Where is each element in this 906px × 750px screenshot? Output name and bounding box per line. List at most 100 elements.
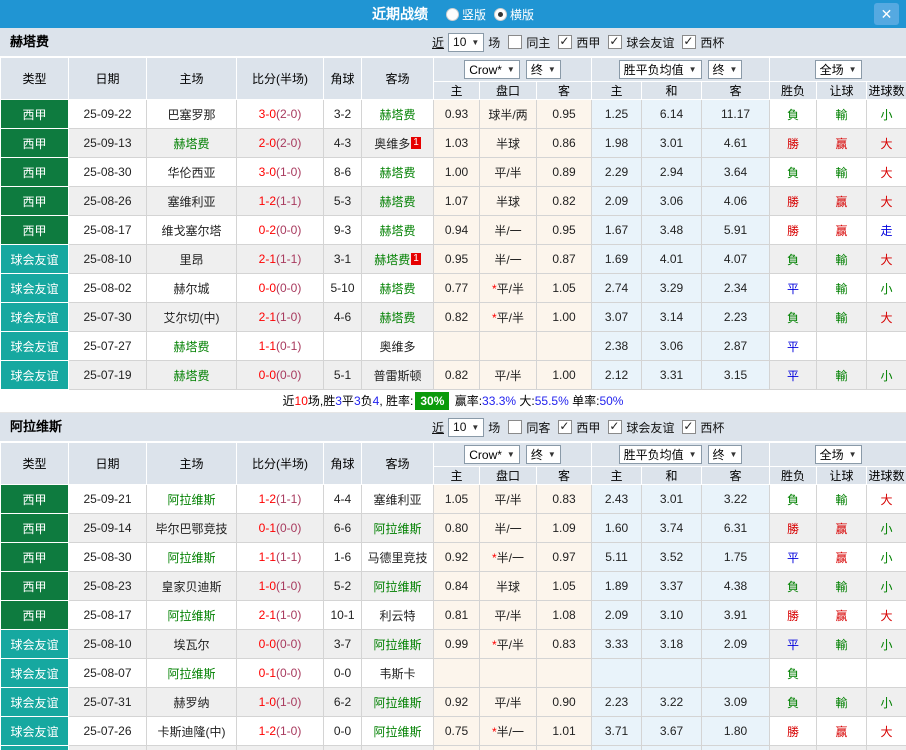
friendly-checkbox[interactable] (608, 34, 623, 49)
result-goals: 小 (866, 99, 906, 129)
mean-home: 1.98 (591, 128, 643, 158)
match-score: 1-2(1-0) (236, 716, 324, 746)
away-odds: 0.83 (535, 484, 593, 514)
home-team: 阿拉维斯 (146, 542, 237, 572)
mean-away: 11.17 (701, 99, 771, 129)
laliga-label: 西甲 (576, 420, 601, 435)
match-score: 0-0(0-0) (236, 629, 324, 659)
same-home-checkbox[interactable] (508, 35, 523, 49)
mean-draw: 3.10 (641, 600, 703, 630)
result-goals: 大 (866, 128, 906, 158)
away-team: 塞维利亚 (361, 484, 434, 514)
away-odds: 0.86 (535, 128, 593, 158)
result-goals: 小 (866, 745, 906, 750)
horizontal-layout-radio[interactable] (494, 7, 507, 21)
mean-draw: 2.94 (641, 157, 703, 187)
record-summary: 近10场,胜3平3负4, 胜率: 30% 赢率:33.3% 大:55.5% 单率:… (0, 390, 906, 413)
result-wdl: 負 (769, 658, 818, 688)
result-wdl: 負 (769, 484, 818, 514)
handicap: *平/半 (479, 302, 537, 332)
result-wdl: 勝 (769, 745, 818, 750)
close-icon[interactable]: ✕ (874, 3, 899, 25)
recent-link[interactable]: 近 (432, 419, 444, 436)
match-score: 2-1(1-0) (236, 302, 324, 332)
match-row: 球会友谊 25-07-26 卡斯迪隆(中) 1-2(1-0) 0-0 阿拉维斯 0.75 *半… (0, 716, 906, 746)
col-date: 日期 (68, 442, 147, 485)
match-date: 25-08-10 (68, 244, 147, 274)
corner-score: 5-10 (323, 273, 362, 303)
section-header-alaves: 阿拉维斯 近 10▼ 场 同客 西甲 球会友谊 西杯 (0, 413, 906, 442)
col-handicap-result: 让球 (816, 466, 868, 485)
final-mean-select[interactable]: 终 ▼ (707, 60, 743, 79)
chevron-down-icon: ▼ (471, 422, 480, 432)
recent-link[interactable]: 近 (432, 34, 444, 51)
handicap (479, 658, 537, 688)
away-team: 利云特 (361, 600, 434, 630)
friendly-checkbox[interactable] (608, 419, 623, 434)
match-type: 西甲 (0, 99, 69, 129)
copa-checkbox[interactable] (682, 419, 697, 434)
match-score: 0-1(0-0) (236, 658, 324, 688)
match-date: 25-07-27 (68, 331, 147, 361)
games-count-select[interactable]: 10 ▼ (448, 417, 485, 437)
home-team: 赫塔费 (146, 331, 237, 361)
mean-home: 2.29 (591, 157, 643, 187)
match-date: 25-08-26 (68, 186, 147, 216)
bookmaker-select[interactable]: Crow* ▼ (464, 60, 520, 79)
match-row: 球会友谊 25-07-27 赫塔费 1-1(0-1) 奥维多 2.38 3.06 2.87 平 (0, 331, 906, 361)
result-handicap: 輸 (816, 244, 868, 274)
match-type: 球会友谊 (0, 658, 69, 688)
copa-checkbox[interactable] (682, 34, 697, 49)
result-handicap: 輸 (816, 687, 868, 717)
games-count-select[interactable]: 10 ▼ (448, 32, 485, 52)
result-handicap: 赢 (816, 215, 868, 245)
final-odds-select[interactable]: 终 ▼ (525, 445, 561, 464)
home-team: 赫塔费 (146, 128, 237, 158)
titlebar: 近期战绩 竖版 横版 ✕ (0, 0, 906, 28)
match-type: 西甲 (0, 571, 69, 601)
mean-draw: 3.52 (641, 542, 703, 572)
col-corner: 角球 (323, 57, 362, 100)
laliga-checkbox[interactable] (558, 34, 573, 49)
card-badge: 1 (411, 136, 421, 149)
home-team: 赫罗纳 (146, 687, 237, 717)
match-row: 西甲 25-09-14 毕尔巴鄂竞技 0-1(0-0) 6-6 阿拉维斯 0.80 半/一 1.… (0, 513, 906, 543)
chevron-down-icon: ▼ (506, 65, 515, 74)
filters: 近 10▼ 场 同主 西甲 球会友谊 西杯 (432, 28, 724, 56)
match-type: 西甲 (0, 215, 69, 245)
col-odds-away: 客 (535, 81, 593, 100)
chevron-down-icon: ▼ (688, 450, 697, 459)
match-score: 2-0(2-0) (236, 128, 324, 158)
same-away-checkbox[interactable] (508, 420, 523, 434)
away-team: 阿拉维斯 (361, 571, 434, 601)
full-match-select[interactable]: 全场 ▼ (814, 445, 862, 464)
corner-score: 0-0 (323, 658, 362, 688)
recent-results-panel: 近期战绩 竖版 横版 ✕ 赫塔费 近 10▼ 场 同主 西甲 球会友谊 西杯 (0, 0, 906, 750)
result-handicap: 輸 (816, 484, 868, 514)
away-team: 赫塔费 (361, 215, 434, 245)
result-goals: 小 (866, 629, 906, 659)
match-score: 3-0(1-0) (236, 157, 324, 187)
match-date: 25-08-02 (68, 273, 147, 303)
home-odds: 0.92 (433, 687, 480, 717)
bookmaker-select[interactable]: Crow* ▼ (464, 445, 520, 464)
mean-odds-select[interactable]: 胜平负均值 ▼ (618, 445, 702, 464)
mean-home: 2.38 (591, 331, 643, 361)
col-wdl: 胜负 (769, 81, 818, 100)
vertical-layout-radio[interactable] (445, 7, 459, 21)
match-row: 球会友谊 25-08-07 阿拉维斯 0-1(0-0) 0-0 韦斯卡 負 (0, 658, 906, 688)
corner-score: 3-2 (323, 99, 362, 129)
final-mean-select[interactable]: 终 ▼ (707, 445, 743, 464)
match-date: 25-08-07 (68, 658, 147, 688)
mean-odds-select[interactable]: 胜平负均值 ▼ (618, 60, 702, 79)
match-row: 西甲 25-08-30 华伦西亚 3-0(1-0) 8-6 赫塔费 1.00 平/半 0.89 2… (0, 157, 906, 187)
final-odds-select[interactable]: 终 ▼ (525, 60, 561, 79)
match-type: 球会友谊 (0, 745, 69, 750)
mean-away (701, 658, 771, 688)
laliga-checkbox[interactable] (558, 419, 573, 434)
full-match-select[interactable]: 全场 ▼ (814, 60, 862, 79)
match-type: 球会友谊 (0, 273, 69, 303)
away-odds: 0.90 (535, 687, 593, 717)
match-date: 25-07-23 (68, 745, 147, 750)
mean-home: 3.71 (591, 716, 643, 746)
